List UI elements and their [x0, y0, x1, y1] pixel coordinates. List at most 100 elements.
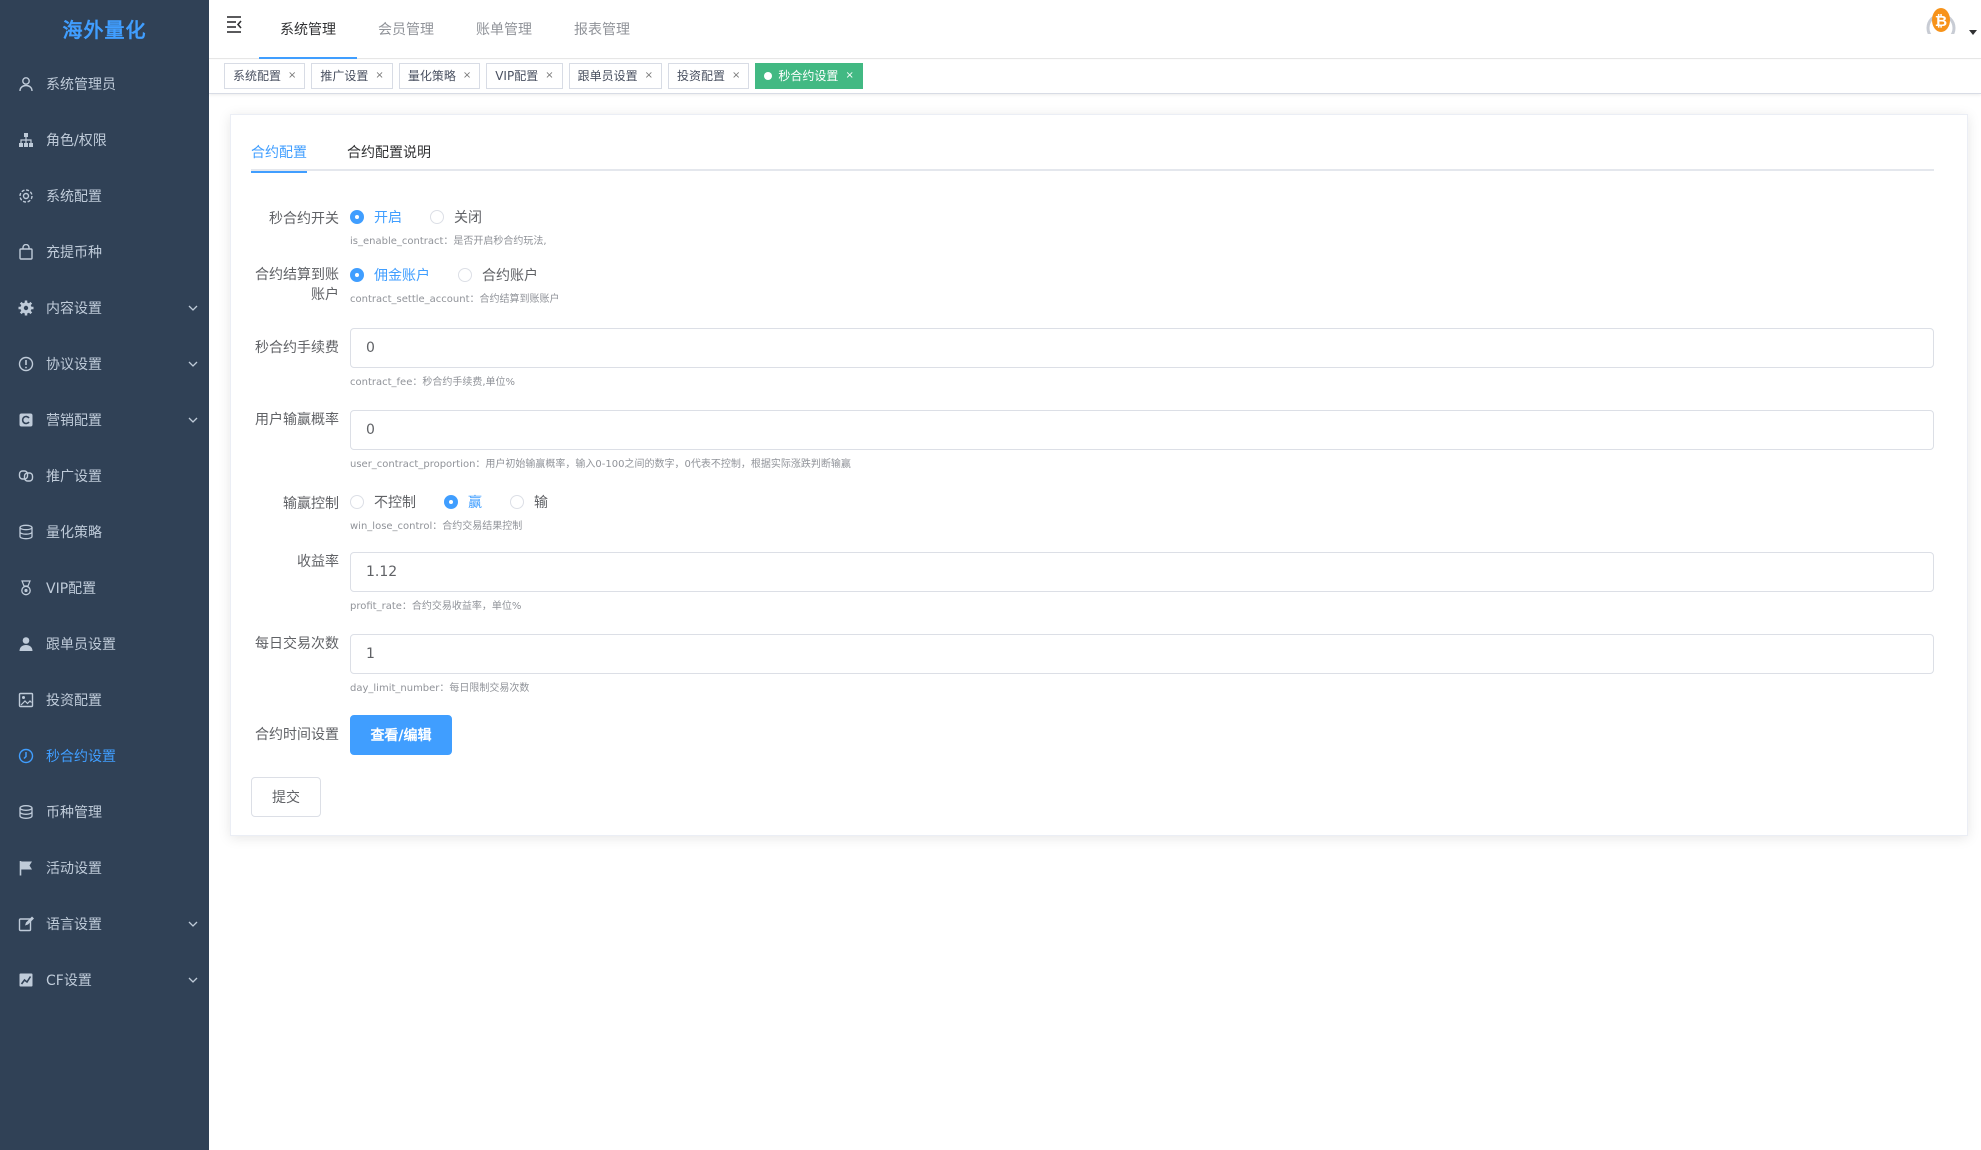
sidebar-item-4[interactable]: 内容设置 [0, 280, 209, 336]
hamburger-icon[interactable] [225, 14, 245, 34]
radio-circle-icon [350, 268, 364, 282]
profit-rate-hint: profit_rate：合约交易收益率，单位% [350, 601, 522, 612]
user-icon [18, 76, 34, 92]
view-edit-button[interactable]: 查看/编辑 [350, 715, 452, 755]
radio-circle-icon [350, 495, 364, 509]
enable-contract-radio-1[interactable]: 关闭 [430, 207, 482, 227]
sidebar-item-0[interactable]: 系统管理员 [0, 56, 209, 112]
sidebar-item-9[interactable]: VIP配置 [0, 560, 209, 616]
radio-circle-icon [430, 210, 444, 224]
sidebar-item-label: 活动设置 [46, 861, 102, 877]
tag-label: 量化策略 [407, 69, 456, 83]
sidebar-item-8[interactable]: 量化策略 [0, 504, 209, 560]
settle-account-hint: contract_settle_account：合约结算到账账户 [350, 294, 560, 305]
settle-account-radio-1[interactable]: 合约账户 [458, 265, 538, 285]
win-lose-radio-group: 不控制 赢 输 [350, 492, 576, 512]
tag-1[interactable]: 推广设置 × [311, 63, 393, 89]
sidebar-item-label: 投资配置 [46, 693, 102, 709]
caret-down-icon[interactable] [1969, 30, 1977, 36]
sidebar-item-6[interactable]: 营销配置 [0, 392, 209, 448]
profit-rate-input[interactable] [350, 552, 1934, 592]
bag-icon [18, 244, 34, 260]
gear-icon [18, 188, 34, 204]
app-logo[interactable]: 海外量化 [0, 0, 209, 56]
chevron-down-icon [188, 361, 198, 367]
sidebar-item-7[interactable]: 推广设置 [0, 448, 209, 504]
info-icon [18, 356, 34, 372]
clock-icon [18, 748, 34, 764]
tags-list: 系统配置 × 推广设置 × 量化策略 × VIP配置 × 跟单员设置 × 投资配置 × 秒合约设置 × [224, 63, 869, 89]
tag-2[interactable]: 量化策略 × [398, 63, 481, 89]
sidebar-item-label: 币种管理 [46, 805, 102, 821]
close-icon[interactable]: × [732, 64, 740, 88]
sidebar-item-14[interactable]: 活动设置 [0, 840, 209, 896]
tag-3[interactable]: VIP配置 × [486, 63, 563, 89]
tag-5[interactable]: 投资配置 × [668, 63, 750, 89]
sidebar-item-13[interactable]: 币种管理 [0, 784, 209, 840]
sidebar: 海外量化 系统管理员角色/权限系统配置充提币种内容设置协议设置 营销配置推广设置量… [0, 0, 209, 1150]
profit-rate-label: 收益率 [297, 554, 339, 570]
submit-button[interactable]: 提交 [251, 777, 321, 817]
radio-label: 开启 [374, 210, 402, 226]
enable-contract-hint: is_enable_contract：是否开启秒合约玩法, [350, 236, 547, 247]
fee-input[interactable] [350, 328, 1934, 368]
database-icon [18, 524, 34, 540]
close-icon[interactable]: × [645, 64, 653, 88]
cog-icon [18, 300, 34, 316]
tag-label: VIP配置 [495, 69, 539, 83]
close-icon[interactable]: × [845, 64, 853, 88]
tag-6[interactable]: 秒合约设置 × [755, 63, 863, 89]
close-icon[interactable]: × [463, 64, 471, 88]
tag-0[interactable]: 系统配置 × [224, 63, 306, 89]
tag-4[interactable]: 跟单员设置 × [568, 63, 663, 89]
enable-contract-radio-0[interactable]: 开启 [350, 207, 402, 227]
settle-account-radio-group: 佣金账户 合约账户 [350, 265, 566, 285]
radio-circle-icon [350, 210, 364, 224]
sidebar-item-12[interactable]: 秒合约设置 [0, 728, 209, 784]
settle-account-label-line1: 合约结算到账 [255, 267, 339, 283]
proportion-input[interactable] [350, 410, 1934, 450]
close-icon[interactable]: × [375, 64, 383, 88]
form-tab-0[interactable]: 合约配置 [251, 133, 327, 173]
sidebar-item-label: 推广设置 [46, 469, 102, 485]
chevron-down-icon [188, 305, 198, 311]
tag-label: 跟单员设置 [577, 69, 638, 83]
medal-icon [18, 580, 34, 596]
sidebar-item-1[interactable]: 角色/权限 [0, 112, 209, 168]
radio-label: 输 [534, 495, 548, 511]
close-icon[interactable]: × [545, 64, 553, 88]
chevron-down-icon [188, 921, 198, 927]
win-lose-radio-2[interactable]: 输 [510, 492, 548, 512]
sidebar-item-label: 秒合约设置 [46, 749, 116, 765]
sidebar-item-11[interactable]: 投资配置 [0, 672, 209, 728]
top-tab-1[interactable]: 会员管理 [357, 0, 455, 59]
sidebar-item-label: 系统管理员 [46, 77, 116, 93]
sidebar-item-3[interactable]: 充提币种 [0, 224, 209, 280]
top-tab-0[interactable]: 系统管理 [259, 0, 357, 59]
close-icon[interactable]: × [288, 64, 296, 88]
win-lose-radio-0[interactable]: 不控制 [350, 492, 416, 512]
sidebar-item-16[interactable]: CF设置 [0, 952, 209, 1008]
chevron-down-icon [188, 977, 198, 983]
sidebar-item-label: 系统配置 [46, 189, 102, 205]
sidebar-item-label: VIP配置 [46, 581, 97, 597]
day-limit-input[interactable] [350, 634, 1934, 674]
sidebar-item-label: 充提币种 [46, 245, 102, 261]
sidebar-item-10[interactable]: 跟单员设置 [0, 616, 209, 672]
avatar[interactable]: ₿ [1923, 4, 1963, 54]
win-lose-radio-1[interactable]: 赢 [444, 492, 482, 512]
sidebar-item-5[interactable]: 协议设置 [0, 336, 209, 392]
form-tab-1[interactable]: 合约配置说明 [347, 133, 451, 171]
edit-icon [18, 916, 34, 932]
coins-icon [18, 804, 34, 820]
sidebar-item-15[interactable]: 语言设置 [0, 896, 209, 952]
top-tab-2[interactable]: 账单管理 [455, 0, 553, 59]
radio-label: 合约账户 [482, 268, 538, 284]
sidebar-item-2[interactable]: 系统配置 [0, 168, 209, 224]
settle-account-radio-0[interactable]: 佣金账户 [350, 265, 430, 285]
sidebar-item-label: 内容设置 [46, 301, 102, 317]
radio-label: 不控制 [374, 495, 416, 511]
top-tab-3[interactable]: 报表管理 [553, 0, 651, 59]
tag-label: 秒合约设置 [778, 69, 839, 83]
tag-label: 推广设置 [320, 69, 369, 83]
